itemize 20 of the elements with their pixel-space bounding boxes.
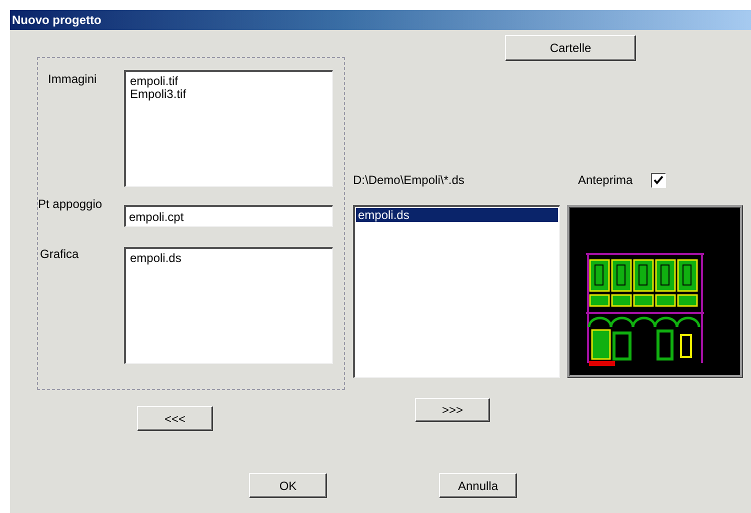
list-box[interactable]: empoli.ds <box>124 247 333 364</box>
folders-button[interactable]: Cartelle <box>505 35 636 61</box>
list-item[interactable]: empoli.ds <box>126 252 332 265</box>
window-title: Nuovo progetto <box>12 13 102 27</box>
field-label: Immagini <box>48 72 98 86</box>
remove-button[interactable]: <<< <box>137 406 213 431</box>
field-label: Grafica <box>40 247 80 261</box>
list-item[interactable]: Empoli3.tif <box>126 88 332 101</box>
ok-button[interactable]: OK <box>249 473 327 498</box>
list-box[interactable]: empoli.tif Empoli3.tif <box>124 70 333 187</box>
path-label: D:\Demo\Empoli\*.ds <box>353 173 466 187</box>
input-field[interactable]: empoli.cpt <box>124 205 333 227</box>
field-label: Pt appoggio <box>38 197 104 211</box>
file-list[interactable]: empoli.ds <box>353 205 560 378</box>
cancel-button[interactable]: Annulla <box>439 473 517 498</box>
preview-label: Anteprima <box>578 173 634 187</box>
preview-checkbox[interactable] <box>651 172 666 188</box>
list-item[interactable]: empoli.tif <box>126 75 332 88</box>
add-button[interactable]: >>> <box>415 398 490 422</box>
file-item[interactable]: empoli.ds <box>356 208 558 222</box>
